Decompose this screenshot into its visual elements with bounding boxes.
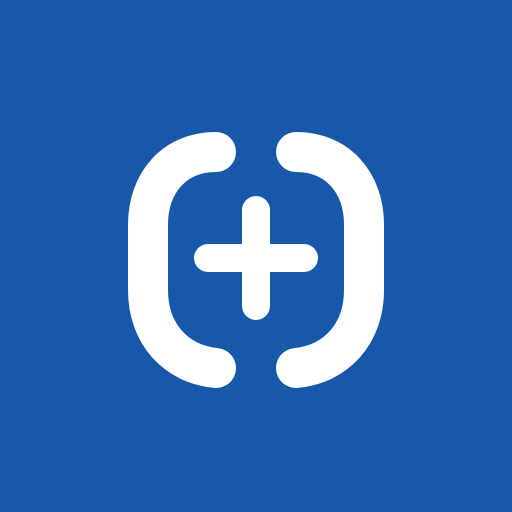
app-icon[interactable] — [0, 0, 512, 512]
add-in-brackets-icon — [128, 132, 384, 388]
